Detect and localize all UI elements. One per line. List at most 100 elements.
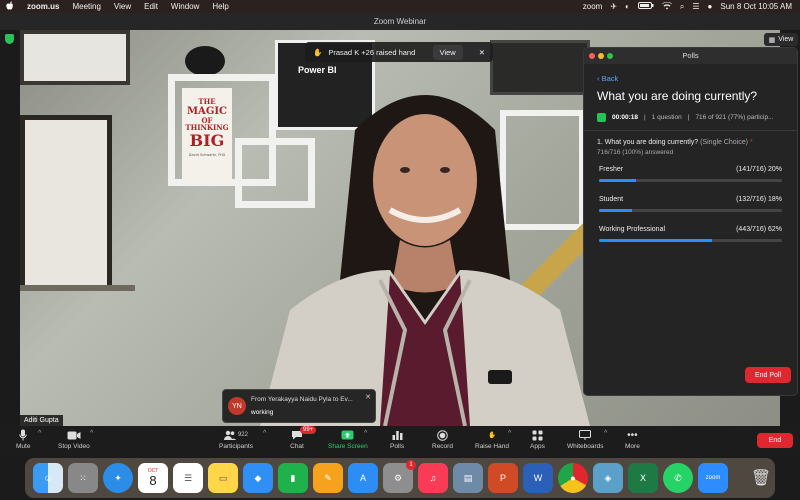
chat-sender: From Yerakayya Naidu Pyla to Ev...	[251, 396, 353, 403]
menu-window[interactable]: Window	[171, 2, 199, 11]
option-label: Student	[599, 196, 624, 203]
back-link[interactable]: ‹ Back	[597, 74, 797, 83]
menu-meeting[interactable]: Meeting	[72, 2, 100, 11]
chevron-up-icon[interactable]: ^	[604, 430, 607, 437]
polls-header: Polls	[584, 48, 797, 64]
menu-view[interactable]: View	[114, 2, 131, 11]
raise-hand-button[interactable]: ✋ Raise Hand	[475, 429, 509, 453]
book-title-line: BIG	[189, 131, 225, 151]
apps-button[interactable]: Apps	[530, 429, 545, 453]
polls-window-title: Polls	[682, 51, 699, 60]
end-poll-button[interactable]: End Poll	[745, 367, 791, 383]
participants-button[interactable]: 922 Participants	[219, 429, 253, 453]
whiteboards-label: Whiteboards	[567, 443, 604, 450]
mute-button[interactable]: Mute	[16, 429, 30, 453]
wifi-icon[interactable]	[661, 1, 672, 12]
participants-icon: 922	[221, 429, 251, 441]
launchpad-icon[interactable]: ⁙	[68, 463, 98, 493]
menu-bar: zoom.us Meeting View Edit Window Help zo…	[0, 0, 800, 13]
share-screen-button[interactable]: Share Screen	[328, 429, 368, 453]
chat-notification[interactable]: YN From Yerakayya Naidu Pyla to Ev... wo…	[222, 389, 376, 423]
window-zoom-dot[interactable]	[607, 53, 613, 59]
datetime[interactable]: Sun 8 Oct 10:05 AM	[720, 2, 792, 11]
poll-question: 1. What you are doing currently? (Single…	[597, 139, 784, 146]
app-store-icon[interactable]: A	[348, 463, 378, 493]
meta-divider: |	[687, 114, 690, 121]
polls-panel: Polls ‹ Back What you are doing currentl…	[583, 47, 798, 396]
calendar-icon[interactable]: OCT 8	[138, 463, 168, 493]
finder-icon[interactable]: ☺	[33, 463, 63, 493]
system-settings-icon[interactable]: ⚙ 1	[383, 460, 416, 493]
music-icon[interactable]: ♫	[418, 463, 448, 493]
divider	[584, 130, 797, 131]
poll-title: What you are doing currently?	[597, 89, 758, 103]
poll-question-count: 1 question	[651, 114, 682, 121]
end-meeting-button[interactable]: End	[757, 433, 793, 448]
pages-icon[interactable]: ✎	[313, 463, 343, 493]
reminders-icon[interactable]: ☰	[173, 463, 203, 493]
status-icon[interactable]: ◐	[625, 2, 630, 11]
share-screen-icon	[341, 429, 355, 441]
siri-icon[interactable]: ●	[708, 2, 713, 11]
security-shield-icon[interactable]	[5, 34, 14, 44]
stop-video-button[interactable]: Stop Video	[58, 429, 90, 453]
window-close-dot[interactable]	[589, 53, 595, 59]
option-stat: (141/716) 20%	[736, 166, 782, 173]
chevron-up-icon[interactable]: ^	[508, 430, 511, 437]
chevron-up-icon[interactable]: ^	[364, 430, 367, 437]
battery-icon[interactable]	[637, 2, 654, 11]
raised-hand-view-button[interactable]: View	[432, 44, 463, 60]
chat-label: Chat	[290, 443, 304, 450]
raise-hand-label: Raise Hand	[475, 443, 509, 450]
mute-label: Mute	[16, 443, 31, 450]
menu-edit[interactable]: Edit	[144, 2, 158, 11]
powerpoint-icon[interactable]: P	[488, 463, 518, 493]
whiteboard-icon	[578, 429, 592, 441]
chrome-icon[interactable]: ●	[558, 463, 588, 493]
chevron-up-icon[interactable]: ^	[90, 430, 93, 437]
chevron-left-icon: ‹	[597, 74, 600, 83]
calendar-day: 8	[149, 473, 157, 488]
safari-icon[interactable]: ✦	[103, 463, 133, 493]
menu-app-name[interactable]: zoom.us	[27, 2, 59, 11]
photo-app-icon[interactable]: ◈	[593, 463, 623, 493]
status-zoom-label[interactable]: zoom	[583, 2, 603, 11]
participants-count: 922	[237, 432, 248, 438]
close-icon[interactable]: ✕	[365, 393, 371, 401]
close-icon[interactable]: ✕	[479, 48, 485, 57]
plane-icon[interactable]: ✈	[610, 2, 617, 11]
search-icon[interactable]: ⌕	[680, 2, 684, 12]
preview-icon[interactable]: ▤	[453, 463, 483, 493]
whiteboards-button[interactable]: Whiteboards	[567, 429, 604, 453]
more-button[interactable]: ••• More	[625, 429, 640, 453]
polls-chart-icon	[390, 429, 404, 441]
speaker-object	[185, 46, 225, 76]
chevron-up-icon[interactable]: ^	[38, 430, 41, 437]
poll-option: Fresher (141/716) 20%	[599, 166, 782, 182]
record-button[interactable]: Record	[432, 429, 453, 453]
chevron-up-icon[interactable]: ^	[263, 430, 266, 437]
word-icon[interactable]: W	[523, 463, 553, 493]
option-bar	[599, 239, 782, 242]
apps-icon	[530, 429, 544, 441]
view-button[interactable]: ▦ View	[764, 33, 798, 46]
control-center-icon[interactable]: ☰	[692, 2, 699, 11]
notes-icon[interactable]: ▭	[208, 463, 238, 493]
zoom-app-icon[interactable]: zoom	[698, 463, 728, 493]
option-stat: (132/716) 18%	[736, 196, 782, 203]
required-marker: *	[749, 139, 753, 146]
participant-name-label: Aditi Gupta	[20, 415, 63, 426]
window-minimize-dot[interactable]	[598, 53, 604, 59]
trash-icon[interactable]: 🗑	[746, 463, 776, 493]
more-label: More	[625, 443, 640, 450]
numbers-icon[interactable]: ▮	[278, 463, 308, 493]
apple-icon[interactable]	[6, 1, 14, 12]
polls-label: Polls	[390, 443, 405, 450]
whatsapp-icon[interactable]: ✆	[663, 463, 693, 493]
wall-frame-top	[20, 30, 130, 85]
polls-button[interactable]: Polls	[390, 429, 404, 453]
excel-icon[interactable]: X	[628, 463, 658, 493]
record-label: Record	[432, 443, 453, 450]
menu-help[interactable]: Help	[212, 2, 228, 11]
keynote-icon[interactable]: ◆	[243, 463, 273, 493]
